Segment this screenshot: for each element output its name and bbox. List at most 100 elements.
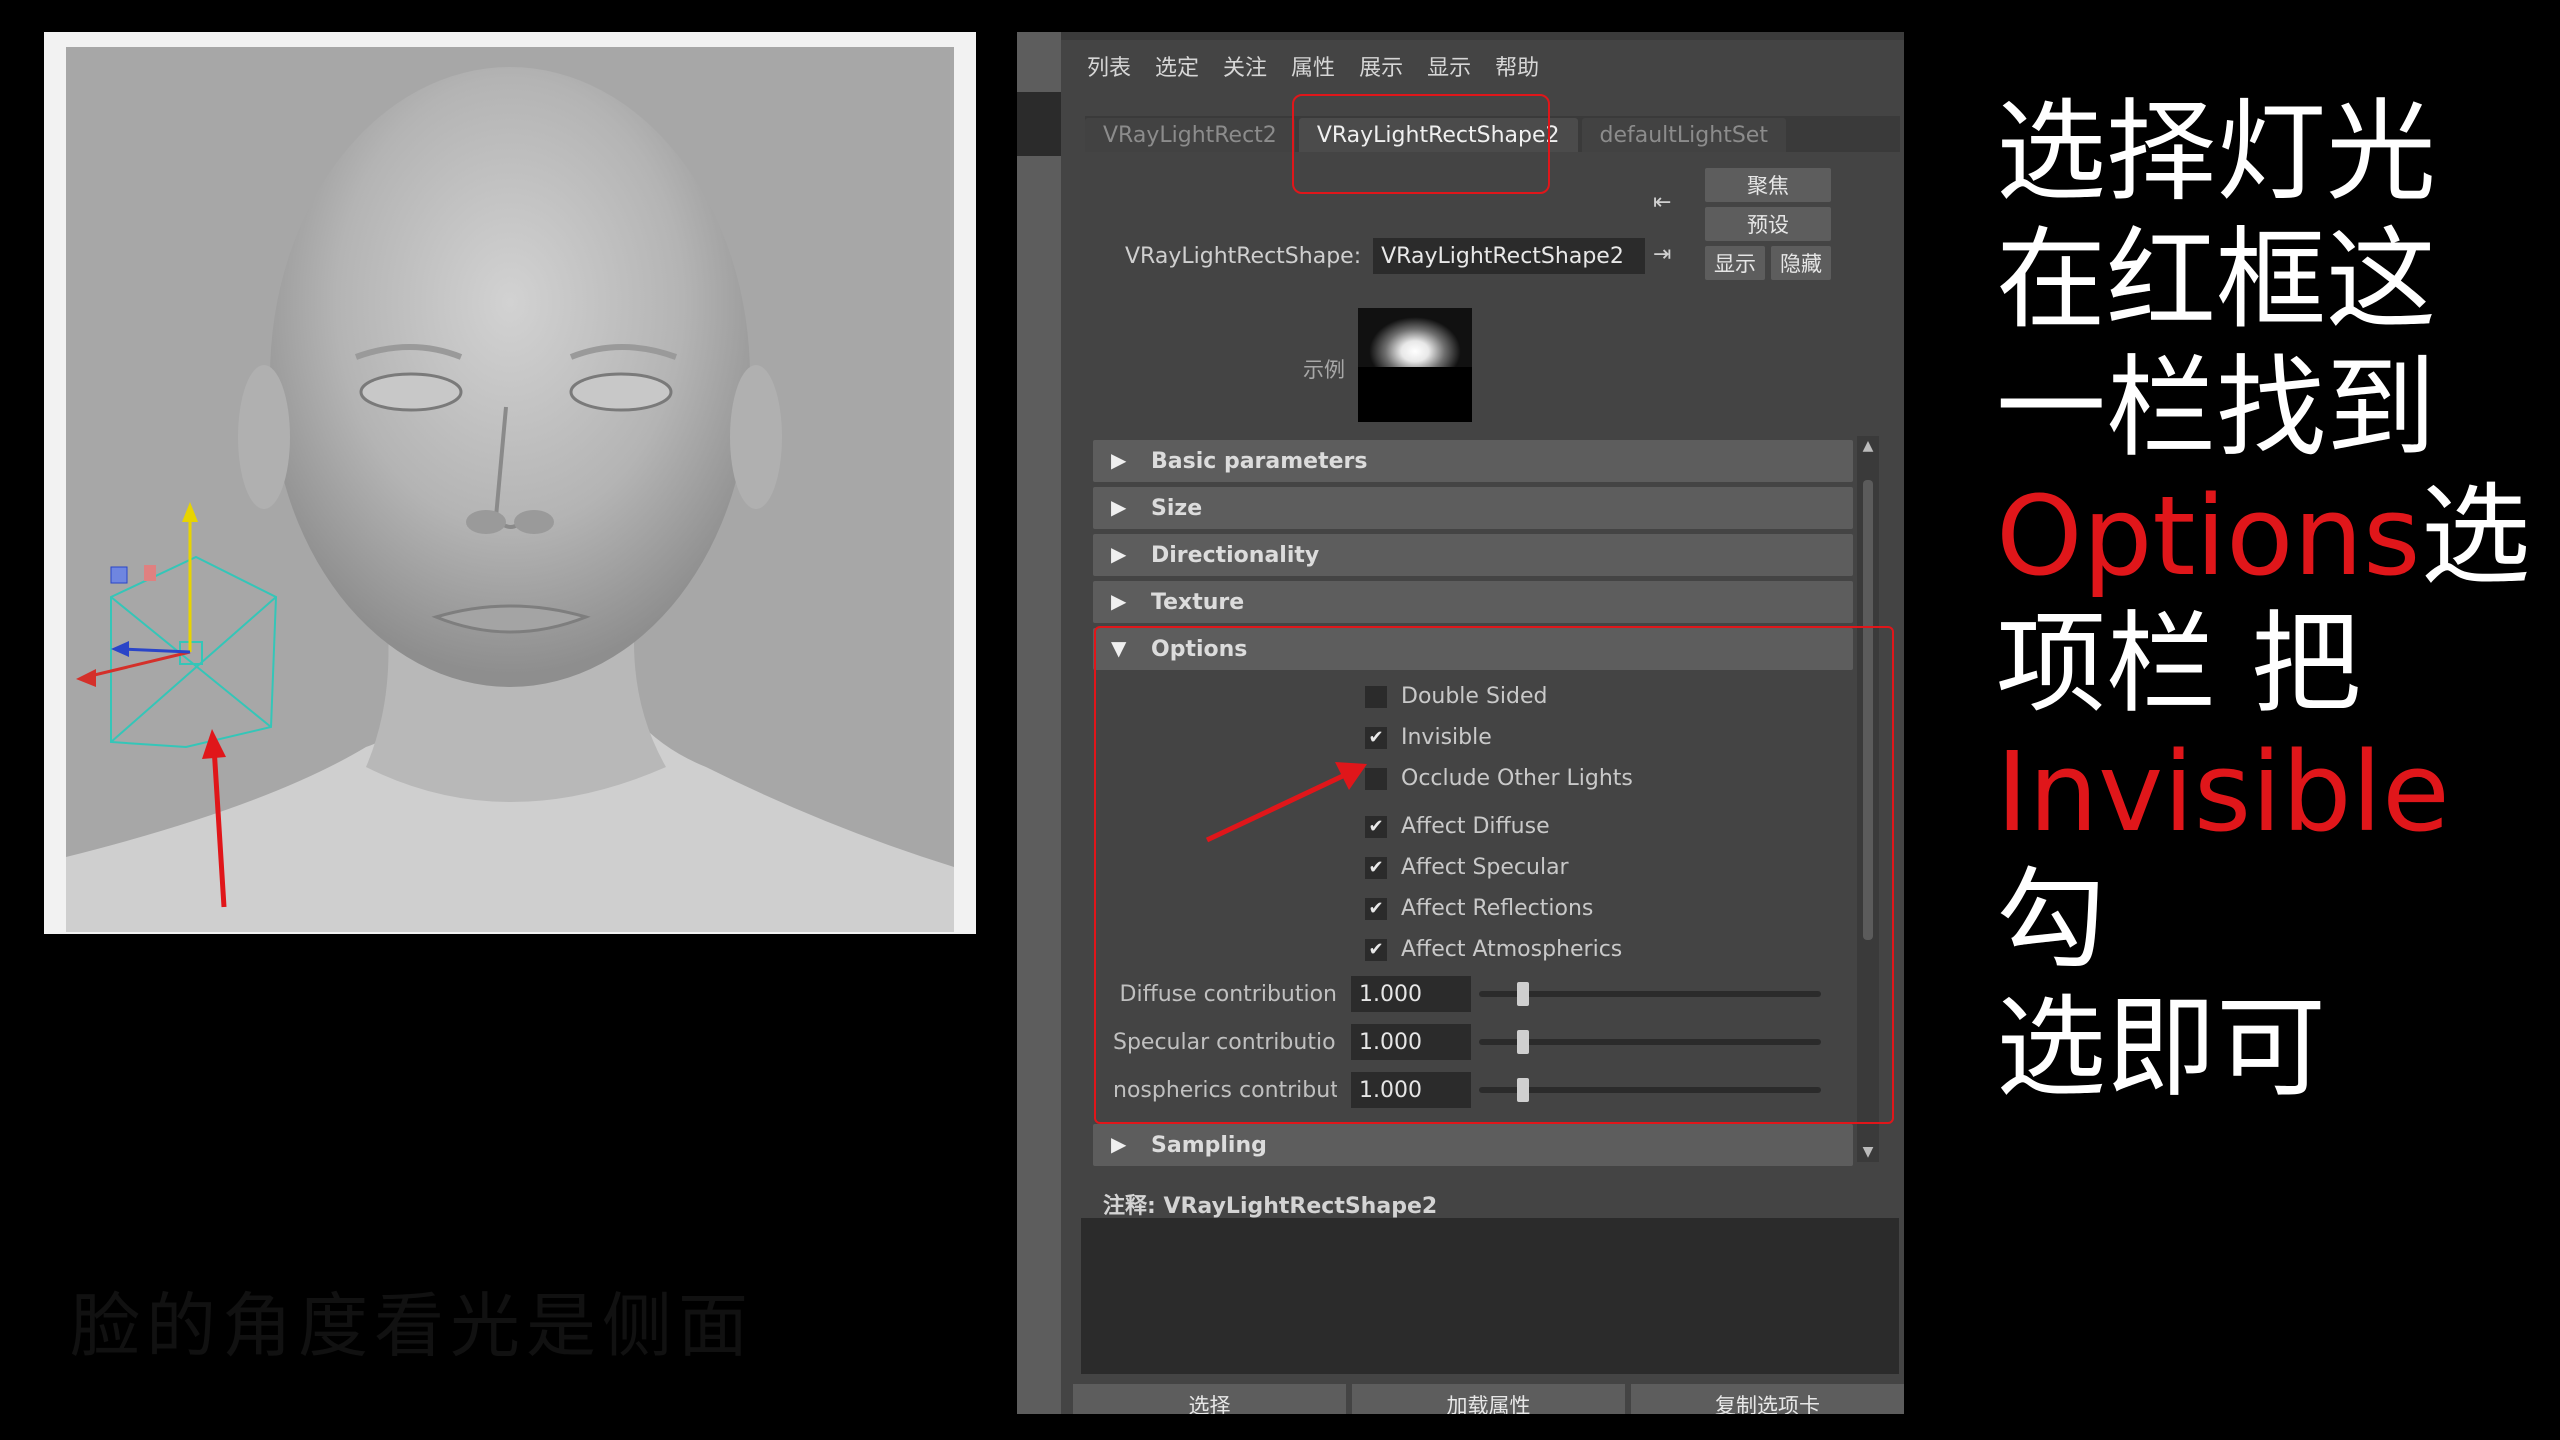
section-title: Texture (1151, 589, 1245, 615)
expand-triangle-icon: ▶ (1111, 495, 1127, 519)
diffuse-contribution-label: Diffuse contribution (1119, 981, 1337, 1007)
focus-button[interactable]: 聚焦 (1705, 168, 1831, 202)
specular-contribution-row: Specular contribution 1.000 (1113, 1024, 1821, 1060)
shape-name-field[interactable]: VRayLightRectShape2 (1373, 238, 1646, 274)
option-label: Double Sided (1401, 684, 1548, 709)
section-title: Options (1151, 636, 1248, 662)
viewport-canvas[interactable] (66, 47, 954, 932)
load-attributes-button[interactable]: 加载属性 (1352, 1384, 1625, 1414)
diffuse-contribution-slider[interactable] (1479, 976, 1821, 1012)
menu-display[interactable]: 显示 (1427, 50, 1471, 82)
options-highlight-text: Options (1996, 472, 2421, 600)
section-texture[interactable]: ▶ Texture (1093, 581, 1853, 623)
expand-triangle-icon: ▶ (1111, 542, 1127, 566)
option-label: Affect Diffuse (1401, 814, 1550, 839)
editor-scrollbar[interactable]: ▲ ▼ (1857, 436, 1879, 1162)
section-basic-parameters[interactable]: ▶ Basic parameters (1093, 440, 1853, 482)
expand-triangle-icon: ▶ (1111, 1132, 1127, 1156)
head-model-render (66, 67, 954, 932)
invisible-highlight-text: Invisible (1996, 728, 2450, 856)
atmospherics-contribution-field[interactable]: 1.000 (1351, 1072, 1471, 1108)
section-options[interactable]: ▼ Options (1093, 628, 1853, 670)
editor-top-bar (1017, 32, 1904, 40)
tab-defaultlightset[interactable]: defaultLightSet (1581, 118, 1786, 152)
viewport-panel[interactable] (44, 32, 976, 934)
editor-bottom-buttons: 选择 加载属性 复制选项卡 (1073, 1384, 1904, 1414)
menu-attributes[interactable]: 属性 (1291, 50, 1335, 82)
collapse-triangle-icon: ▼ (1111, 636, 1127, 660)
instruction-line-4: Options选 (1996, 472, 2531, 600)
option-label: Affect Atmospherics (1401, 937, 1623, 962)
shape-label: VRayLightRectShape: (1125, 243, 1362, 269)
show-button[interactable]: 显示 (1705, 246, 1765, 280)
shape-name-row: VRayLightRectShape: VRayLightRectShape2 (1125, 238, 1646, 274)
menu-focus[interactable]: 关注 (1223, 50, 1267, 82)
instruction-line-2: 在红框这 (1996, 216, 2436, 344)
presets-button[interactable]: 预设 (1705, 207, 1831, 241)
scrollbar-thumb[interactable] (1863, 480, 1873, 940)
atmospherics-contribution-label: nospherics contribution (1113, 1077, 1337, 1103)
node-tabs: VRayLightRect2 VRayLightRectShape2 defau… (1085, 116, 1900, 152)
instruction-line-1: 选择灯光 (1996, 88, 2436, 216)
option-affect-atmospherics[interactable]: ✔ Affect Atmospherics (1365, 937, 1622, 962)
node-nav-icons: ⇤ ⇥ (1653, 190, 1685, 294)
specular-contribution-label: Specular contribution (1113, 1029, 1337, 1055)
output-connection-icon[interactable]: ⇥ (1653, 242, 1685, 274)
scroll-up-icon[interactable]: ▲ (1859, 438, 1877, 454)
specular-contribution-field[interactable]: 1.000 (1351, 1024, 1471, 1060)
atmospherics-contribution-slider[interactable] (1479, 1072, 1821, 1108)
light-gizmo (110, 555, 278, 749)
instruction-line-6: Invisible勾 (1996, 728, 2450, 984)
option-label: Invisible (1401, 725, 1492, 750)
editor-side-buttons: 聚焦 预设 显示 隐藏 (1705, 168, 1831, 285)
section-directionality[interactable]: ▶ Directionality (1093, 534, 1853, 576)
menu-show[interactable]: 展示 (1359, 50, 1403, 82)
light-sample-swatch (1358, 308, 1472, 422)
option-affect-specular[interactable]: ✔ Affect Specular (1365, 855, 1569, 880)
option-label: Affect Reflections (1401, 896, 1594, 921)
scroll-down-icon[interactable]: ▼ (1859, 1144, 1877, 1160)
notes-textarea[interactable] (1081, 1218, 1899, 1374)
expand-triangle-icon: ▶ (1111, 448, 1127, 472)
diffuse-contribution-field[interactable]: 1.000 (1351, 976, 1471, 1012)
option-affect-reflections[interactable]: ✔ Affect Reflections (1365, 896, 1593, 921)
section-title: Size (1151, 495, 1203, 521)
double-sided-checkbox[interactable] (1365, 685, 1387, 708)
section-title: Basic parameters (1151, 448, 1368, 474)
option-double-sided[interactable]: Double Sided (1365, 684, 1548, 709)
input-connection-icon[interactable]: ⇤ (1653, 190, 1685, 222)
section-title: Directionality (1151, 542, 1320, 568)
attribute-editor: 列表 选定 关注 属性 展示 显示 帮助 VRayLightRect2 VRay… (1017, 32, 1904, 1414)
instruction-line-3: 一栏找到 (1996, 344, 2436, 472)
option-label: Affect Specular (1401, 855, 1569, 880)
section-sampling[interactable]: ▶ Sampling (1093, 1124, 1853, 1166)
menu-selected[interactable]: 选定 (1155, 50, 1199, 82)
notes-label: 注释: VRayLightRectShape2 (1103, 1194, 1438, 1219)
option-occlude-other-lights[interactable]: Occlude Other Lights (1365, 766, 1633, 791)
copy-tab-button[interactable]: 复制选项卡 (1631, 1384, 1904, 1414)
tab-vraylightrectshape2[interactable]: VRayLightRectShape2 (1298, 118, 1578, 152)
affect-reflections-checkbox[interactable]: ✔ (1365, 897, 1387, 920)
section-size[interactable]: ▶ Size (1093, 487, 1853, 529)
select-button[interactable]: 选择 (1073, 1384, 1346, 1414)
expand-triangle-icon: ▶ (1111, 589, 1127, 613)
atmospherics-contribution-row: nospherics contribution 1.000 (1113, 1072, 1821, 1108)
menu-bar: 列表 选定 关注 属性 展示 显示 帮助 (1087, 50, 1539, 82)
invisible-pointer-arrow (1205, 762, 1367, 843)
menu-list[interactable]: 列表 (1087, 50, 1131, 82)
instruction-text: 选择灯光 在红框这 一栏找到 Options选 项栏 把 Invisible勾 … (1996, 88, 2556, 1112)
affect-atmospherics-checkbox[interactable]: ✔ (1365, 938, 1387, 961)
sample-label: 示例 (1303, 358, 1345, 382)
menu-help[interactable]: 帮助 (1495, 50, 1539, 82)
diffuse-contribution-row: Diffuse contribution 1.000 (1113, 976, 1821, 1012)
specular-contribution-slider[interactable] (1479, 1024, 1821, 1060)
tab-vraylightrect2[interactable]: VRayLightRect2 (1085, 118, 1295, 152)
affect-specular-checkbox[interactable]: ✔ (1365, 856, 1387, 879)
faded-caption: 脸的角度看光是侧面 (70, 1285, 754, 1367)
hide-button[interactable]: 隐藏 (1771, 246, 1831, 280)
option-label: Occlude Other Lights (1401, 766, 1633, 791)
instruction-line-7: 选即可 (1996, 984, 2326, 1112)
section-title: Sampling (1151, 1132, 1267, 1158)
editor-left-gutter (1017, 32, 1061, 1414)
instruction-line-5: 项栏 把 (1996, 600, 2361, 728)
